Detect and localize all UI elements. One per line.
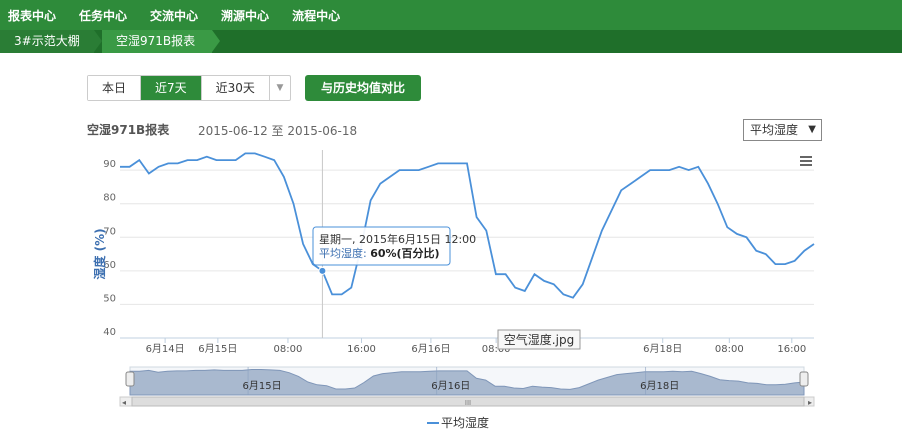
series-line-avg-humidity [120, 152, 815, 299]
x-tick-label: 16:00 [347, 344, 376, 355]
scroll-left-icon: ◂ [122, 398, 126, 407]
x-tick-label: 08:00 [274, 344, 303, 355]
compare-history-button[interactable]: 与历史均值对比 [305, 75, 421, 101]
nav-item-0[interactable]: 报表中心 [8, 7, 56, 24]
y-tick-label: 40 [103, 327, 116, 338]
breadcrumb-item-greenhouse[interactable]: 3#示范大棚 [0, 30, 94, 53]
humidity-chart: 405060708090湿度 (%)6月14日 6月15日 08:00 16:00 6月… [92, 150, 815, 430]
range-30days-button[interactable]: 近30天 [201, 76, 270, 100]
x-tick-label: 6月14日 [146, 343, 185, 355]
x-tick-label: 08:00 [715, 344, 744, 355]
range-today-button[interactable]: 本日 [88, 76, 142, 100]
legend-label: 平均湿度 [441, 415, 489, 430]
navigator-handle[interactable] [125, 371, 135, 387]
file-label: 空气湿度.jpg [504, 332, 574, 347]
metric-select-value: 平均湿度 [750, 123, 799, 137]
navigator-label: 6月18日 [640, 380, 679, 392]
x-tick-label: 16:00 [777, 344, 806, 355]
y-tick-label: 90 [103, 159, 116, 170]
menu-icon[interactable] [800, 160, 812, 162]
tooltip-value: 平均湿度: 60%(百分比) [319, 246, 440, 260]
report-date-range: 2015-06-12 至 2015-06-18 [198, 124, 358, 138]
range-selector: 本日 近7天 近30天 ▼ [87, 75, 291, 101]
nav-item-4[interactable]: 流程中心 [292, 7, 340, 24]
scroll-right-icon: ▸ [808, 398, 812, 407]
x-tick-label: 6月15日 [198, 343, 237, 355]
range-7days-button[interactable]: 近7天 [141, 76, 202, 100]
breadcrumb-separator-icon [94, 30, 102, 52]
breadcrumb-item-report[interactable]: 空湿971B报表 [102, 30, 212, 53]
breadcrumb: 3#示范大棚 空湿971B报表 [0, 30, 902, 53]
y-axis-label: 湿度 (%) [92, 228, 107, 279]
y-tick-label: 50 [103, 293, 116, 304]
x-tick-label: 6月16日 [411, 343, 450, 355]
nav-item-3[interactable]: 溯源中心 [221, 7, 269, 24]
navigator-label: 6月15日 [243, 380, 282, 392]
nav-item-2[interactable]: 交流中心 [150, 7, 198, 24]
top-nav: 报表中心 任务中心 交流中心 溯源中心 流程中心 [0, 0, 902, 30]
navigator-label: 6月16日 [431, 380, 470, 392]
menu-icon[interactable] [800, 164, 812, 166]
report-title: 空湿971B报表 [87, 123, 170, 137]
menu-icon[interactable] [800, 156, 812, 158]
nav-item-1[interactable]: 任务中心 [79, 7, 127, 24]
scrollbar-grip-icon: III [465, 399, 471, 407]
y-tick-label: 80 [103, 193, 116, 204]
hover-point[interactable] [318, 266, 327, 275]
chevron-down-icon: ▼ [808, 124, 816, 135]
x-tick-label: 6月18日 [643, 343, 682, 355]
tooltip-date: 星期一, 2015年6月15日 12:00 [319, 232, 476, 246]
breadcrumb-separator-icon [212, 30, 220, 52]
chevron-down-icon[interactable]: ▼ [270, 76, 290, 100]
navigator-handle[interactable] [799, 371, 809, 387]
metric-select[interactable]: 平均湿度 ▼ [743, 119, 822, 141]
